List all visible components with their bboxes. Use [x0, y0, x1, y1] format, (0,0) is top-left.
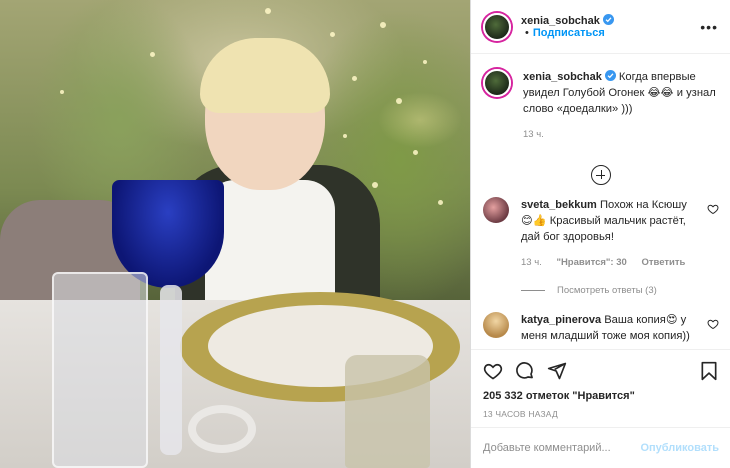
add-comment-bar: Добавьте комментарий... Опубликовать: [471, 427, 730, 468]
heart-icon[interactable]: [707, 318, 719, 330]
caption: xenia_sobchak Когда впервые увидел Голубо…: [483, 69, 719, 143]
child-hair: [200, 38, 330, 113]
verified-badge-icon: [604, 70, 616, 81]
caption-avatar[interactable]: [483, 69, 511, 97]
separator-dot: •: [525, 27, 529, 39]
comment-item: sveta_bekkum Похож на Ксюшу 😊👍 Красивый …: [483, 197, 719, 271]
post-photo[interactable]: [0, 0, 470, 468]
comment-username[interactable]: sveta_bekkum: [521, 199, 597, 211]
heart-icon[interactable]: [707, 203, 719, 215]
share-icon[interactable]: [547, 361, 567, 381]
comment-icon[interactable]: [515, 361, 535, 381]
napkin-ring: [188, 405, 256, 453]
view-replies[interactable]: Посмотреть ответы (3): [521, 285, 719, 296]
goblet-stem: [160, 285, 182, 455]
instagram-post: xenia_sobchak• Подписаться ••• xenia_sobc…: [0, 0, 730, 468]
post-timestamp[interactable]: 13 ЧАСОВ НАЗАД: [483, 409, 719, 419]
comment-username[interactable]: katya_pinerova: [521, 314, 601, 326]
view-replies-label[interactable]: Посмотреть ответы (3): [557, 285, 657, 296]
more-horizontal-icon[interactable]: •••: [700, 20, 718, 34]
post-sidebar: xenia_sobchak• Подписаться ••• xenia_sobc…: [470, 0, 730, 468]
commenter-avatar[interactable]: [483, 312, 509, 338]
avatar[interactable]: [483, 12, 511, 41]
caption-time: 13 ч.: [523, 129, 544, 140]
plus-circle-icon[interactable]: [591, 165, 611, 185]
follow-button[interactable]: Подписаться: [533, 27, 605, 39]
reply-button[interactable]: Ответить: [641, 257, 685, 268]
water-glass: [52, 272, 148, 468]
comments-list: xenia_sobchak Когда впервые увидел Голубо…: [471, 55, 730, 348]
comment-input[interactable]: Добавьте комментарий...: [483, 442, 640, 454]
replies-divider: [521, 290, 545, 291]
comment-time: 13 ч.: [521, 257, 542, 268]
publish-button[interactable]: Опубликовать: [640, 442, 719, 454]
comment-likes[interactable]: "Нравится": 30: [556, 257, 626, 268]
header-username[interactable]: xenia_sobchak: [521, 15, 600, 27]
likes-count[interactable]: 205 332 отметок "Нравится": [483, 390, 719, 402]
comment-item: katya_pinerova Ваша копия😍 у меня младши…: [483, 312, 719, 344]
caption-username[interactable]: xenia_sobchak: [523, 71, 602, 83]
like-heart-icon[interactable]: [483, 361, 503, 381]
jar: [345, 355, 430, 468]
verified-badge-icon: [602, 14, 614, 25]
post-header: xenia_sobchak• Подписаться •••: [471, 0, 730, 54]
bookmark-icon[interactable]: [699, 361, 719, 381]
post-actions: 205 332 отметок "Нравится" 13 ЧАСОВ НАЗА…: [471, 349, 730, 419]
commenter-avatar[interactable]: [483, 197, 509, 223]
